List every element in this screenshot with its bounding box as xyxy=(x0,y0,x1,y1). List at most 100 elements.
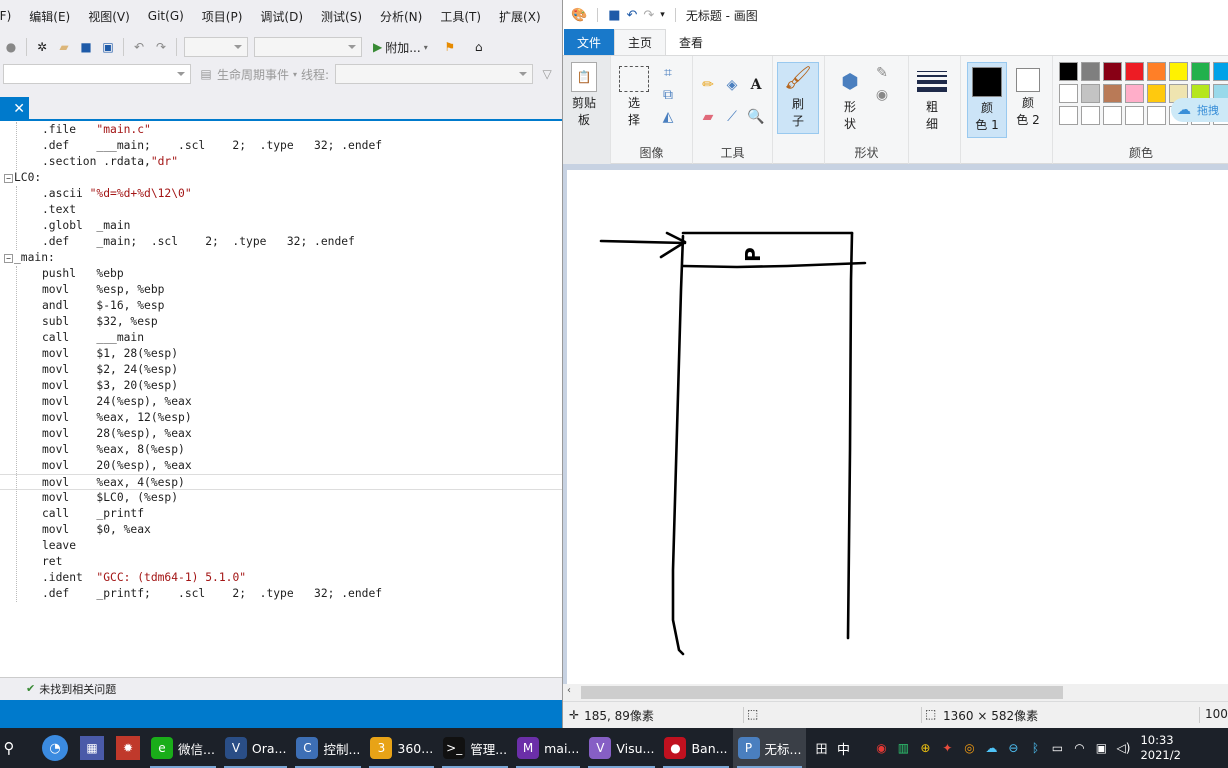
code-line[interactable]: .def ___main; .scl 2; .type 32; .endef xyxy=(0,138,562,154)
menu-item[interactable]: 调试(D) xyxy=(251,8,312,25)
select-button[interactable]: 选 择 xyxy=(619,66,649,129)
redo-icon[interactable]: ↷ xyxy=(643,8,654,23)
fill-icon[interactable]: ◈ xyxy=(723,76,741,94)
brushes-button[interactable]: 🖌 刷 子 xyxy=(777,62,819,134)
taskbar-app[interactable]: V Ora... xyxy=(220,728,292,768)
undo-icon[interactable]: ↶ xyxy=(131,39,147,55)
color-swatch[interactable] xyxy=(1103,84,1122,103)
paste-button[interactable]: 📋 剪贴 板 xyxy=(571,62,597,129)
code-line[interactable]: .section .rdata,"dr" xyxy=(0,154,562,170)
taskbar-app[interactable]: C 控制... xyxy=(291,728,365,768)
color-swatch[interactable] xyxy=(1125,62,1144,81)
code-line[interactable]: leave xyxy=(0,538,562,554)
taskbar-app[interactable]: 3 360... xyxy=(365,728,438,768)
code-line[interactable]: movl $1, 28(%esp) xyxy=(0,346,562,362)
color-swatch[interactable] xyxy=(1147,106,1166,125)
outline-icon[interactable]: ✎ xyxy=(873,64,891,82)
color-swatch[interactable] xyxy=(1125,84,1144,103)
ime-indicator[interactable]: 中 xyxy=(834,739,852,758)
fold-toggle-icon[interactable]: − xyxy=(4,174,13,183)
code-editor[interactable]: .file "main.c" .def ___main; .scl 2; .typ… xyxy=(0,121,562,677)
pencil-icon[interactable]: ✏ xyxy=(699,76,717,94)
magnifier-icon[interactable]: 🔍 xyxy=(747,108,765,126)
code-line[interactable]: subl $32, %esp xyxy=(0,314,562,330)
code-line[interactable]: .ascii "%d=%d+%d\12\0" xyxy=(0,186,562,202)
taskbar-app[interactable]: P 无标... xyxy=(732,728,807,768)
back-icon[interactable]: ● xyxy=(3,39,19,55)
save-icon[interactable]: ■ xyxy=(78,39,94,55)
shapes-button[interactable]: ⬢ 形 状 xyxy=(835,66,865,133)
baidu-netdisk-float[interactable]: ☁ 拖拽 xyxy=(1171,98,1228,122)
color-swatch[interactable] xyxy=(1081,106,1100,125)
color-swatch[interactable] xyxy=(1147,84,1166,103)
thread-combo[interactable] xyxy=(335,64,534,84)
menu-item[interactable]: 扩展(X) xyxy=(490,8,550,25)
color-swatch[interactable] xyxy=(1059,62,1078,81)
fold-toggle-icon[interactable]: − xyxy=(4,254,13,263)
taskbar-app[interactable]: e 微信... xyxy=(146,728,220,768)
code-line[interactable]: movl $0, %eax xyxy=(0,522,562,538)
plus-icon[interactable]: ⊕ xyxy=(916,739,934,757)
volume-icon[interactable]: ◁) xyxy=(1114,739,1132,757)
code-line[interactable]: andl $-16, %esp xyxy=(0,298,562,314)
tab-home[interactable]: 主页 xyxy=(614,29,667,55)
code-line[interactable]: .def _printf; .scl 2; .type 32; .endef xyxy=(0,586,562,602)
close-icon[interactable]: ✕ xyxy=(13,101,25,117)
menu-item[interactable]: 编辑(E) xyxy=(20,8,79,25)
wifi-icon[interactable]: ◠ xyxy=(1070,739,1088,757)
color-swatch[interactable] xyxy=(1059,84,1078,103)
browser-icon[interactable]: ⌂ xyxy=(471,39,487,55)
code-line[interactable]: .file "main.c" xyxy=(0,122,562,138)
code-line[interactable]: movl $2, 24(%esp) xyxy=(0,362,562,378)
lifecycle-label[interactable]: 生命周期事件 xyxy=(217,66,289,83)
menu-item[interactable]: Git(G) xyxy=(139,9,193,23)
code-line[interactable]: movl %eax, 8(%esp) xyxy=(0,442,562,458)
color-swatch[interactable] xyxy=(1103,62,1122,81)
color-swatch[interactable] xyxy=(1103,106,1122,125)
tab-file[interactable]: 文件 xyxy=(564,29,615,55)
code-line[interactable]: movl $LC0, (%esp) xyxy=(0,490,562,506)
horizontal-scrollbar[interactable]: ‹ xyxy=(563,684,1228,701)
scrollbar-thumb[interactable] xyxy=(581,686,1063,699)
menu-item[interactable]: 测试(S) xyxy=(312,8,371,25)
clock[interactable]: 10:33 2021/2 xyxy=(1140,733,1186,763)
pinned-app-icon[interactable]: ✹ xyxy=(116,736,140,760)
code-line[interactable]: .ident "GCC: (tdm64-1) 5.1.0" xyxy=(0,570,562,586)
color-swatch[interactable] xyxy=(1147,62,1166,81)
color1-button[interactable]: 颜 色 1 xyxy=(967,62,1007,138)
taskbar-app[interactable]: Mmai... xyxy=(512,728,584,768)
color-swatch[interactable] xyxy=(1191,62,1210,81)
battery-icon[interactable]: ▭ xyxy=(1048,739,1066,757)
code-line[interactable]: pushl %ebp xyxy=(0,266,562,282)
color-swatch[interactable] xyxy=(1059,106,1078,125)
color-swatch[interactable] xyxy=(1081,84,1100,103)
code-line[interactable]: call _printf xyxy=(0,506,562,522)
open-folder-icon[interactable]: ▰ xyxy=(56,39,72,55)
editor-tab-close[interactable]: ✕ xyxy=(0,97,29,121)
search-icon[interactable]: ⚲ xyxy=(0,739,18,757)
pinned-app-icon[interactable]: ▦ xyxy=(80,736,104,760)
undo-icon[interactable]: ↶ xyxy=(626,8,637,23)
bluetooth-icon[interactable]: ᛒ xyxy=(1026,739,1044,757)
drawing-canvas[interactable]: P xyxy=(567,170,1228,684)
taskbar-app[interactable]: V Visu... xyxy=(584,728,659,768)
code-line[interactable]: movl %eax, 4(%esp) xyxy=(0,474,562,490)
scroll-left-icon[interactable]: ‹ xyxy=(567,685,571,696)
process-combo[interactable] xyxy=(3,64,191,84)
eraser-icon[interactable]: ▰ xyxy=(699,108,717,126)
code-line[interactable]: movl 24(%esp), %eax xyxy=(0,394,562,410)
cloud-icon[interactable]: ☁ xyxy=(982,739,1000,757)
new-project-icon[interactable]: ✲ xyxy=(34,39,50,55)
text-icon[interactable]: A xyxy=(747,76,765,94)
taskbar-app[interactable]: >_ 管理... xyxy=(438,728,512,768)
code-line[interactable]: movl 28(%esp), %eax xyxy=(0,426,562,442)
code-line[interactable]: movl 20(%esp), %eax xyxy=(0,458,562,474)
rotate-icon[interactable]: ◭ xyxy=(659,108,677,126)
code-line[interactable]: .text xyxy=(0,202,562,218)
code-line[interactable]: .def _main; .scl 2; .type 32; .endef xyxy=(0,234,562,250)
code-line[interactable]: .globl _main xyxy=(0,218,562,234)
color-swatch[interactable] xyxy=(1081,62,1100,81)
config-combo[interactable] xyxy=(184,37,248,57)
size-button[interactable]: 粗 细 xyxy=(917,66,947,133)
filter-icon[interactable]: ▽ xyxy=(539,66,555,82)
